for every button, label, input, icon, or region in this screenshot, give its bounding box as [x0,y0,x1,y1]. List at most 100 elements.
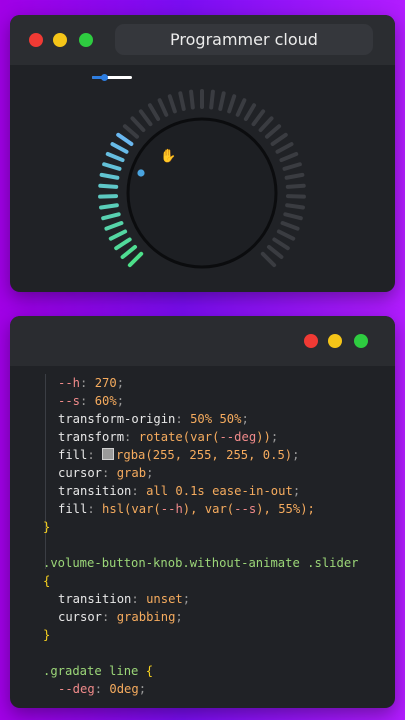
minimize-button[interactable] [53,33,67,47]
code-line: transition: all 0.1s ease-in-out; [58,482,300,500]
code-line: { [43,572,50,590]
code-token: } [43,520,51,534]
knob-tick-active [116,132,134,146]
knob-tick [285,183,306,189]
maximize-button[interactable] [354,334,368,348]
code-token: var( [131,502,161,516]
knob-tick [189,89,195,110]
code-token: var( [204,502,235,516]
knob-tick [284,172,305,180]
code-token: ; [138,682,147,696]
knob-tick [270,132,288,146]
code-line: fill: rgba(255, 255, 255, 0.5); [58,446,300,464]
knob-tick-active [98,183,119,189]
knob-tick [275,142,294,154]
code-token: : [131,484,147,498]
code-token: transform [58,430,125,444]
knob-dial[interactable] [126,117,278,269]
code-token: ); [300,502,315,516]
code-token: ; [116,394,125,408]
code-token: cursor [58,610,103,624]
minimize-button[interactable] [328,334,342,348]
knob-tick-active [110,142,129,154]
knob-indicator-dot [137,169,145,177]
code-token: .gradate line [43,664,146,678]
code-token: ), [182,502,205,516]
window-title: Programmer cloud [115,24,373,55]
code-token: ; [175,610,183,624]
code-token: : [124,430,139,444]
knob-tick [258,116,274,133]
knob-tick [218,91,226,111]
code-titlebar [10,316,395,366]
knob-tick [285,203,305,210]
code-token: : [131,592,147,606]
knob-tick-active [98,194,119,199]
knob-tick-active [99,172,120,180]
code-token: fill [58,448,88,462]
code-line: --deg: 0deg; [58,680,146,698]
code-line: .volume-button-knob.without-animate .sli… [43,554,359,572]
knob-tick [276,229,296,241]
code-token: ; [292,448,300,462]
close-button[interactable] [304,334,318,348]
code-token: fill [58,502,88,516]
knob-tick [209,89,215,110]
knob-tick-active [99,203,119,210]
code-token: ), [256,502,279,516]
code-line: --s: 60%; [58,392,124,410]
code-token: --s [234,502,257,516]
code-token: { [145,664,154,678]
close-button[interactable] [29,33,43,47]
code-token: : [80,394,95,408]
code-line: .gradate line { [43,662,153,680]
knob-tick [266,244,284,260]
code-token: --h [58,376,81,390]
code-token: ; [182,592,191,606]
volume-knob[interactable] [10,65,395,292]
knob-tick-active [101,212,121,221]
knob-tick [251,109,266,127]
knob-tick [283,212,303,221]
knob-tick [122,124,140,139]
knob-tick [235,98,247,117]
code-token: : [94,682,110,696]
knob-tick-active [120,244,138,260]
knob-tick [178,91,186,111]
code-token: --deg [58,682,95,696]
code-token: 50% 50% [190,412,242,426]
code-token: transform-origin [58,412,176,426]
grab-hand-icon: ✋ [160,149,177,164]
indent-guide [45,374,46,569]
knob-window: Programmer cloud ✋ [10,15,395,292]
knob-tick [272,237,290,251]
window-titlebar: Programmer cloud [10,15,395,65]
code-token: { [43,574,51,588]
code-line: } [43,626,50,644]
code-window: --h: 270; --s: 60%; transform-origin: 50% … [10,316,395,708]
knob-tick-active [104,221,124,231]
code-token: ; [241,412,249,426]
code-token: : [102,466,117,480]
code-line: transition: unset; [58,590,190,608]
code-line: cursor: grab; [58,464,153,482]
code-token: 270 [94,376,117,390]
code-token: ; [292,484,301,498]
code-token: grab [116,466,147,480]
code-line: transform: rotate(var(--deg)); [58,428,278,446]
code-line: } [43,518,50,536]
maximize-button[interactable] [79,33,93,47]
code-token: : [87,448,103,462]
knob-tick [243,103,257,122]
knob-tick-active [105,151,125,163]
knob-tick-active [102,162,122,171]
code-line: cursor: grabbing; [58,608,183,626]
code-token: : [175,412,191,426]
code-token: : [80,376,95,390]
code-token: var( [190,430,220,444]
code-token: ; [146,466,154,480]
knob-tick-active [114,237,132,251]
code-token: hsl( [102,502,132,516]
code-token: unset [146,592,183,606]
code-token: 0deg [109,682,139,696]
